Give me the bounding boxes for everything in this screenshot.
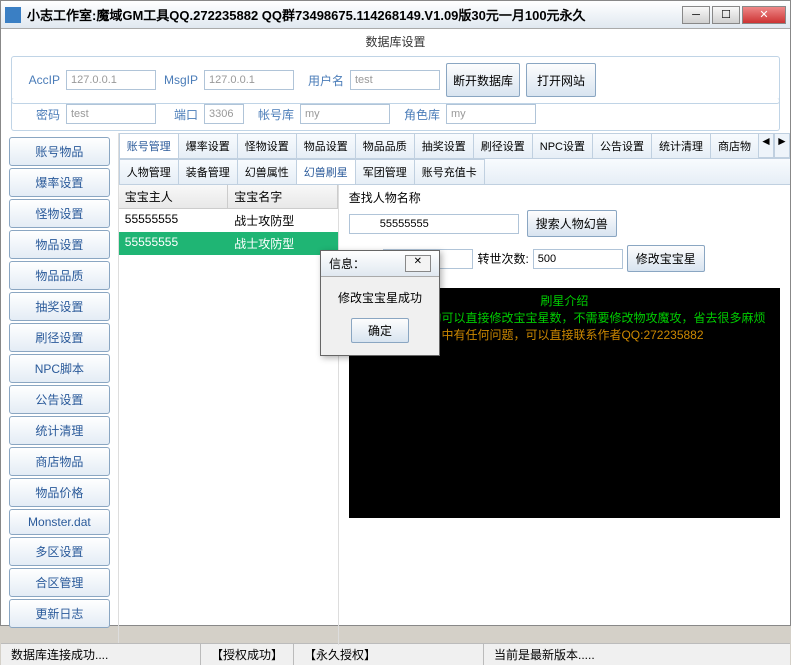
window-title: 小志工作室:魔域GM工具QQ.272235882 QQ群73498675.114… [27,5,682,24]
sidebar-item[interactable]: 怪物设置 [9,199,110,228]
rebirth-label: 转世次数: [477,250,528,267]
sidebar-item[interactable]: NPC脚本 [9,354,110,383]
status-license: 【永久授权】 [294,644,484,665]
sidebar-item[interactable]: 合区管理 [9,568,110,597]
sidebar-item[interactable]: 公告设置 [9,385,110,414]
tabrow-sub: 人物管理装备管理幻兽属性幻兽刷星军团管理账号充值卡 [119,159,790,185]
tab-main[interactable]: 爆率设置 [178,133,238,158]
open-site-button[interactable]: 打开网站 [526,63,596,97]
rebirth-input[interactable] [533,249,623,269]
user-label: 用户名 [300,72,344,89]
db-form-row2: 密码 端口 帐号库 角色库 [11,98,780,131]
port-input[interactable] [204,104,244,124]
tab-scroll-button[interactable]: ► [774,133,790,158]
sidebar-item[interactable]: 多区设置 [9,537,110,566]
tab-sub[interactable]: 人物管理 [119,159,179,184]
accdb-label: 帐号库 [250,106,294,123]
sidebar-item[interactable]: 物品价格 [9,478,110,507]
sidebar: 账号物品爆率设置怪物设置物品设置物品品质抽奖设置刷径设置NPC脚本公告设置统计清… [1,133,118,643]
tab-main[interactable]: 账号管理 [119,133,179,158]
sidebar-item[interactable]: 抽奖设置 [9,292,110,321]
titlebar: 小志工作室:魔域GM工具QQ.272235882 QQ群73498675.114… [1,1,790,29]
sidebar-item[interactable]: 账号物品 [9,137,110,166]
pwd-input[interactable] [66,104,156,124]
sidebar-item[interactable]: 更新日志 [9,599,110,628]
status-version: 当前是最新版本..... [484,644,790,665]
tab-main[interactable]: NPC设置 [532,133,593,158]
tabrow-main: 账号管理爆率设置怪物设置物品设置物品品质抽奖设置刷径设置NPC设置公告设置统计清… [119,133,790,159]
sidebar-item[interactable]: 物品设置 [9,230,110,259]
status-auth: 【授权成功】 [201,644,294,665]
user-input[interactable] [350,70,440,90]
sidebar-item[interactable]: 刷径设置 [9,323,110,352]
info-dialog: 信息： ✕ 修改宝宝星成功 确定 [320,250,440,356]
cell-owner: 55555555 [119,209,229,232]
dialog-close-button[interactable]: ✕ [405,255,431,272]
th-owner: 宝宝主人 [119,185,229,208]
sidebar-item[interactable]: 商店物品 [9,447,110,476]
tab-main[interactable]: 公告设置 [592,133,652,158]
port-label: 端口 [162,106,198,123]
cell-name: 战士攻防型 [228,209,338,232]
msgip-input[interactable] [204,70,294,90]
modify-star-button[interactable]: 修改宝宝星 [627,245,705,272]
tab-sub[interactable]: 装备管理 [178,159,238,184]
search-button[interactable]: 搜索人物幻兽 [527,210,617,237]
minimize-button[interactable]: ─ [682,6,710,24]
frame-title: 数据库设置 [1,29,790,54]
roledb-label: 角色库 [396,106,440,123]
table-row[interactable]: 55555555战士攻防型 [119,232,338,255]
search-label: 查找人物名称 [349,189,780,206]
tab-sub[interactable]: 幻兽属性 [237,159,297,184]
pet-table: 宝宝主人 宝宝名字 55555555战士攻防型55555555战士攻防型 [119,185,339,645]
tab-scroll-button[interactable]: ◄ [758,133,774,158]
tab-main[interactable]: 物品品质 [355,133,415,158]
dialog-ok-button[interactable]: 确定 [351,318,409,343]
tab-main[interactable]: 抽奖设置 [414,133,474,158]
accip-label: AccIP [24,73,60,87]
status-db: 数据库连接成功.... [1,644,201,665]
pwd-label: 密码 [24,106,60,123]
search-input[interactable] [349,214,519,234]
statusbar: 数据库连接成功.... 【授权成功】 【永久授权】 当前是最新版本..... [1,643,790,665]
tab-main[interactable]: 统计清理 [651,133,711,158]
sidebar-item[interactable]: 统计清理 [9,416,110,445]
cell-owner: 55555555 [119,232,229,255]
tab-sub[interactable]: 军团管理 [355,159,415,184]
accip-input[interactable] [66,70,156,90]
sidebar-item[interactable]: Monster.dat [9,509,110,535]
sidebar-item[interactable]: 物品品质 [9,261,110,290]
db-form: AccIP MsgIP 用户名 断开数据库 打开网站 [11,56,780,104]
tab-main[interactable]: 物品设置 [296,133,356,158]
tab-sub[interactable]: 账号充值卡 [414,159,485,184]
close-button[interactable]: ✕ [742,6,786,24]
roledb-input[interactable] [446,104,536,124]
disconnect-button[interactable]: 断开数据库 [446,63,520,97]
accdb-input[interactable] [300,104,390,124]
tab-main[interactable]: 刷径设置 [473,133,533,158]
maximize-button[interactable]: ☐ [712,6,740,24]
tab-sub[interactable]: 幻兽刷星 [296,159,356,184]
dialog-title: 信息： [329,255,365,272]
dialog-message: 修改宝宝星成功 [333,289,427,306]
app-icon [5,7,21,23]
th-name: 宝宝名字 [228,185,338,208]
tab-main[interactable]: 商店物 [710,133,759,158]
sidebar-item[interactable]: 爆率设置 [9,168,110,197]
table-row[interactable]: 55555555战士攻防型 [119,209,338,232]
msgip-label: MsgIP [162,73,198,87]
tab-main[interactable]: 怪物设置 [237,133,297,158]
